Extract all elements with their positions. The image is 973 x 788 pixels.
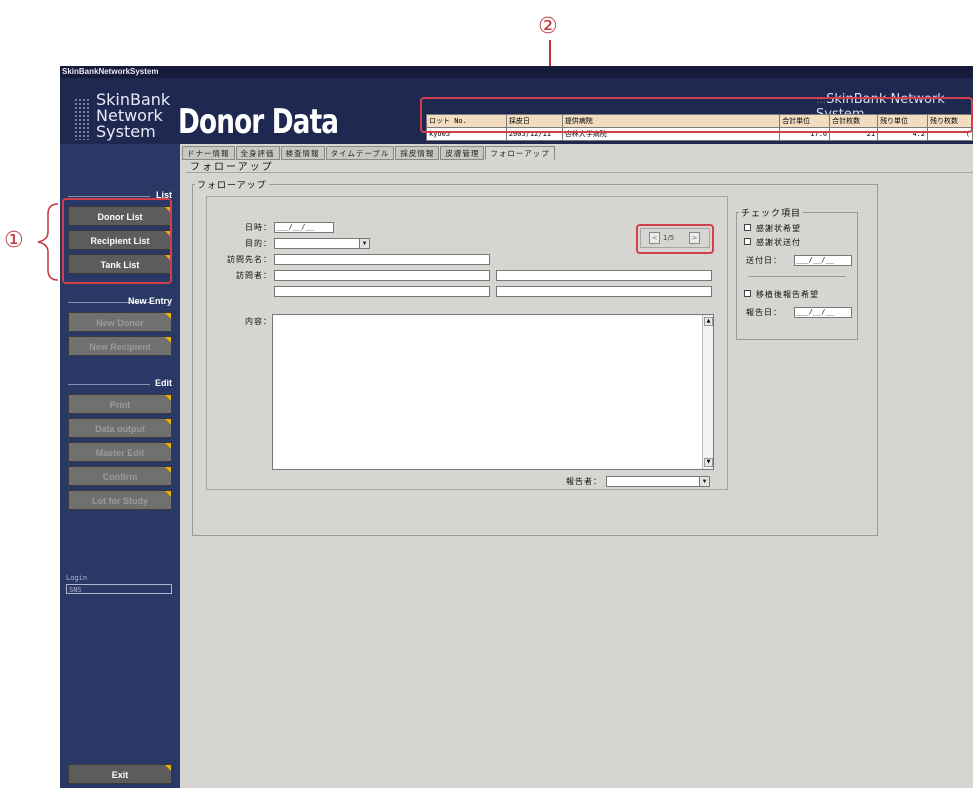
window-title: SkinBankNetworkSystem bbox=[60, 66, 973, 78]
visitor-input-4[interactable] bbox=[496, 286, 712, 297]
login-label: Login bbox=[66, 574, 88, 582]
page-title: Donor Data bbox=[178, 102, 339, 142]
thanks-letter-request-checkbox[interactable] bbox=[744, 224, 751, 231]
tab-timetable[interactable]: タイムテーブル bbox=[325, 146, 395, 160]
date-input[interactable]: ___/__/__ bbox=[274, 222, 334, 233]
purpose-label: 目的： bbox=[245, 239, 272, 248]
visitor-label: 訪問者： bbox=[236, 271, 272, 280]
reporter-select[interactable]: ▼ bbox=[606, 476, 710, 487]
section-title: フォローアップ bbox=[190, 162, 274, 173]
scroll-down-icon[interactable]: ▼ bbox=[704, 458, 713, 467]
date-label: 日時： bbox=[245, 223, 272, 232]
lot-for-study-button[interactable]: Lot for Study bbox=[68, 490, 172, 510]
annotation-3-box bbox=[636, 224, 714, 254]
thanks-letter-sent-checkbox[interactable] bbox=[744, 238, 751, 245]
report-date-input[interactable]: ___/__/__ bbox=[794, 307, 852, 318]
purpose-select[interactable]: ▼ bbox=[274, 238, 370, 249]
logo-line-3: System bbox=[96, 122, 156, 141]
follow-up-legend: フォローアップ bbox=[197, 181, 267, 191]
logo-dots-icon bbox=[74, 98, 90, 140]
annotation-1: ① bbox=[4, 228, 24, 253]
new-entry-heading: New Entry bbox=[64, 296, 176, 308]
thanks-letter-sent-label: 感謝状送付 bbox=[756, 238, 801, 247]
report-date-label: 報告日： bbox=[746, 308, 782, 317]
content-label: 内容： bbox=[245, 317, 272, 326]
edit-heading: Edit bbox=[64, 378, 176, 390]
annotation-1-box bbox=[62, 198, 172, 284]
new-recipient-button[interactable]: New Recipient bbox=[68, 336, 172, 356]
scroll-up-icon[interactable]: ▲ bbox=[704, 317, 713, 326]
sent-date-input[interactable]: ___/__/__ bbox=[794, 255, 852, 266]
confirm-button[interactable]: Confirm bbox=[68, 466, 172, 486]
content-scrollbar[interactable]: ▲ ▼ bbox=[702, 315, 713, 469]
section-divider bbox=[186, 172, 973, 173]
content-textarea[interactable]: ▲ ▼ bbox=[272, 314, 714, 470]
tab-harvest-info[interactable]: 採皮情報 bbox=[395, 146, 440, 160]
visit-place-input[interactable] bbox=[274, 254, 490, 265]
visitor-input-1[interactable] bbox=[274, 270, 490, 281]
tab-test-info[interactable]: 検査情報 bbox=[280, 146, 325, 160]
login-field: SNS bbox=[66, 584, 172, 594]
master-edit-button[interactable]: Master Edit bbox=[68, 442, 172, 462]
sent-date-label: 送付日： bbox=[746, 256, 782, 265]
reporter-label: 報告者： bbox=[566, 477, 602, 486]
visitor-input-3[interactable] bbox=[274, 286, 490, 297]
tab-follow-up[interactable]: フォローアップ bbox=[485, 146, 555, 160]
annotation-2: ② bbox=[538, 14, 558, 39]
visitor-input-2[interactable] bbox=[496, 270, 712, 281]
new-donor-button[interactable]: New Donor bbox=[68, 312, 172, 332]
post-transplant-report-checkbox[interactable] bbox=[744, 290, 751, 297]
chevron-down-icon: ▼ bbox=[699, 477, 709, 486]
thanks-letter-request-label: 感謝状希望 bbox=[756, 224, 801, 233]
chevron-down-icon: ▼ bbox=[359, 239, 369, 248]
check-panel-divider bbox=[748, 276, 846, 277]
post-transplant-report-label: 移植後報告希望 bbox=[756, 290, 819, 299]
exit-button[interactable]: Exit bbox=[68, 764, 172, 784]
check-items-legend: チェック項目 bbox=[741, 209, 802, 219]
print-button[interactable]: Print bbox=[68, 394, 172, 414]
annotation-1-brace bbox=[37, 203, 59, 281]
data-output-button[interactable]: Data output bbox=[68, 418, 172, 438]
annotation-2-box bbox=[420, 97, 973, 133]
visit-place-label: 訪問先名： bbox=[227, 255, 272, 264]
app-window: SkinBankNetworkSystem SkinBank Network S… bbox=[60, 66, 973, 788]
tab-skin-management[interactable]: 皮膚管理 bbox=[440, 146, 485, 160]
